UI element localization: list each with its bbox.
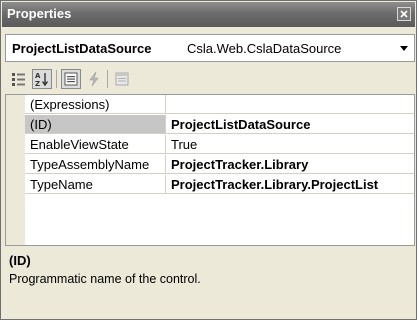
property-name[interactable]: TypeAssemblyName [25, 155, 166, 174]
property-pages-button[interactable] [112, 69, 132, 89]
chevron-down-icon [400, 46, 408, 51]
alphabetical-icon: A Z [35, 72, 49, 87]
properties-toolbar: A Z [5, 66, 415, 92]
property-name[interactable]: EnableViewState [25, 135, 166, 154]
property-value[interactable]: True [166, 135, 414, 154]
property-value[interactable] [166, 95, 414, 114]
categorized-button[interactable] [9, 69, 29, 89]
property-name[interactable]: (ID) [25, 115, 166, 134]
events-button[interactable] [84, 69, 104, 89]
property-row[interactable]: (Expressions) [25, 95, 414, 115]
property-row[interactable]: (ID) ProjectListDataSource [25, 115, 414, 135]
description-panel: (ID) Programmatic name of the control. [5, 249, 415, 317]
grid-gutter [6, 95, 25, 245]
object-selector-dropdown[interactable]: ProjectListDataSource Csla.Web.CslaDataS… [5, 34, 415, 62]
toolbar-separator [107, 70, 108, 88]
toolbar-separator [56, 70, 57, 88]
close-button[interactable] [397, 7, 411, 21]
property-row[interactable]: EnableViewState True [25, 135, 414, 155]
title-bar[interactable]: Properties [2, 2, 415, 27]
properties-window: Properties ProjectListDataSource Csla.We… [0, 0, 417, 320]
property-value[interactable]: ProjectListDataSource [166, 115, 414, 134]
property-value[interactable]: ProjectTracker.Library [166, 155, 414, 174]
properties-icon [64, 72, 78, 86]
close-icon [400, 10, 408, 18]
svg-text:A: A [35, 72, 41, 80]
description-title: (ID) [9, 253, 31, 268]
property-value[interactable]: ProjectTracker.Library.ProjectList [166, 175, 414, 194]
description-text: Programmatic name of the control. [9, 272, 201, 286]
properties-button[interactable] [61, 69, 81, 89]
categorized-icon [12, 73, 25, 86]
property-grid: (Expressions) (ID) ProjectListDataSource En… [5, 94, 415, 246]
selected-object-name: ProjectListDataSource [12, 41, 152, 56]
events-icon [89, 71, 99, 87]
property-name[interactable]: TypeName [25, 175, 166, 194]
window-title: Properties [7, 6, 72, 21]
property-name[interactable]: (Expressions) [25, 95, 166, 114]
selected-object-type: Csla.Web.CslaDataSource [187, 41, 342, 56]
alphabetical-button[interactable]: A Z [32, 69, 52, 89]
property-pages-icon [115, 72, 129, 86]
svg-text:Z: Z [35, 80, 40, 87]
property-row[interactable]: TypeName ProjectTracker.Library.ProjectLi… [25, 175, 414, 195]
property-row[interactable]: TypeAssemblyName ProjectTracker.Library [25, 155, 414, 175]
